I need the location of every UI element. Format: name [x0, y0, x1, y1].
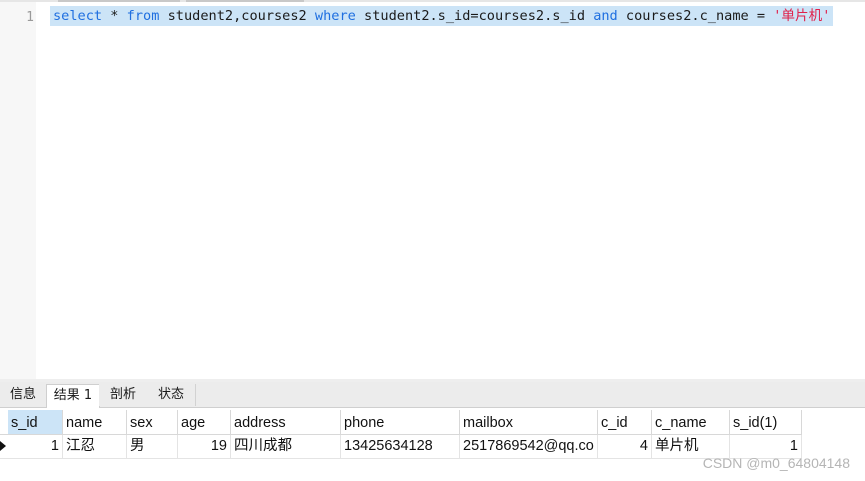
- column-header-c-name[interactable]: c_name: [652, 410, 730, 434]
- column-header-phone[interactable]: phone: [341, 410, 460, 434]
- cell-c-id[interactable]: 4: [598, 435, 652, 458]
- keyword-from: from: [126, 8, 160, 24]
- tab-info[interactable]: 信息: [0, 384, 47, 406]
- column-header-c-id[interactable]: c_id: [598, 410, 652, 434]
- query-string-value: '单片机': [773, 8, 831, 24]
- column-header-s-id-1[interactable]: s_id(1): [730, 410, 802, 434]
- tab-status[interactable]: 状态: [147, 384, 196, 406]
- keyword-select: select: [53, 8, 103, 24]
- column-header-sex[interactable]: sex: [127, 410, 178, 434]
- tab-result-1[interactable]: 结果 1: [46, 384, 100, 409]
- column-header-age[interactable]: age: [178, 410, 231, 434]
- cell-s-id[interactable]: 1: [8, 435, 63, 458]
- query-filter: courses2.c_name =: [617, 8, 774, 24]
- cell-name[interactable]: 江忍: [63, 435, 127, 458]
- query-condition: student2.s_id=courses2.s_id: [355, 8, 594, 24]
- keyword-where: where: [314, 8, 356, 24]
- watermark: CSDN @m0_64804148: [702, 455, 850, 471]
- column-header-s-id[interactable]: s_id: [8, 410, 63, 434]
- column-header-name[interactable]: name: [63, 410, 127, 434]
- query-star: *: [102, 8, 127, 24]
- result-tabs: 信息 结果 1 剖析 状态: [0, 382, 865, 409]
- cell-address[interactable]: 四川成都: [231, 435, 341, 458]
- sql-editor[interactable]: 1 select * from student2,courses2 where …: [0, 0, 865, 379]
- top-strip-segment: [186, 0, 304, 2]
- query-tables: student2,courses2: [159, 8, 315, 24]
- line-number: 1: [26, 10, 34, 25]
- keyword-and: and: [593, 8, 618, 24]
- cell-phone[interactable]: 13425634128: [341, 435, 460, 458]
- cell-age[interactable]: 19: [178, 435, 231, 458]
- current-row-arrow-icon: [0, 441, 6, 451]
- cell-sex[interactable]: 男: [127, 435, 178, 458]
- editor-top-strip: [0, 0, 865, 2]
- grid-header: s_id name sex age address phone mailbox …: [0, 410, 802, 435]
- sql-query-line[interactable]: select * from student2,courses2 where st…: [50, 6, 834, 26]
- top-strip-segment: [58, 0, 180, 2]
- table-row[interactable]: 1 江忍 男 19 四川成都 13425634128 2517869542@qq…: [0, 435, 802, 459]
- column-header-address[interactable]: address: [231, 410, 341, 434]
- cell-mailbox[interactable]: 2517869542@qq.co: [460, 435, 598, 458]
- line-number-gutter: 1: [0, 2, 36, 379]
- tab-profile[interactable]: 剖析: [99, 384, 148, 406]
- column-header-mailbox[interactable]: mailbox: [460, 410, 598, 434]
